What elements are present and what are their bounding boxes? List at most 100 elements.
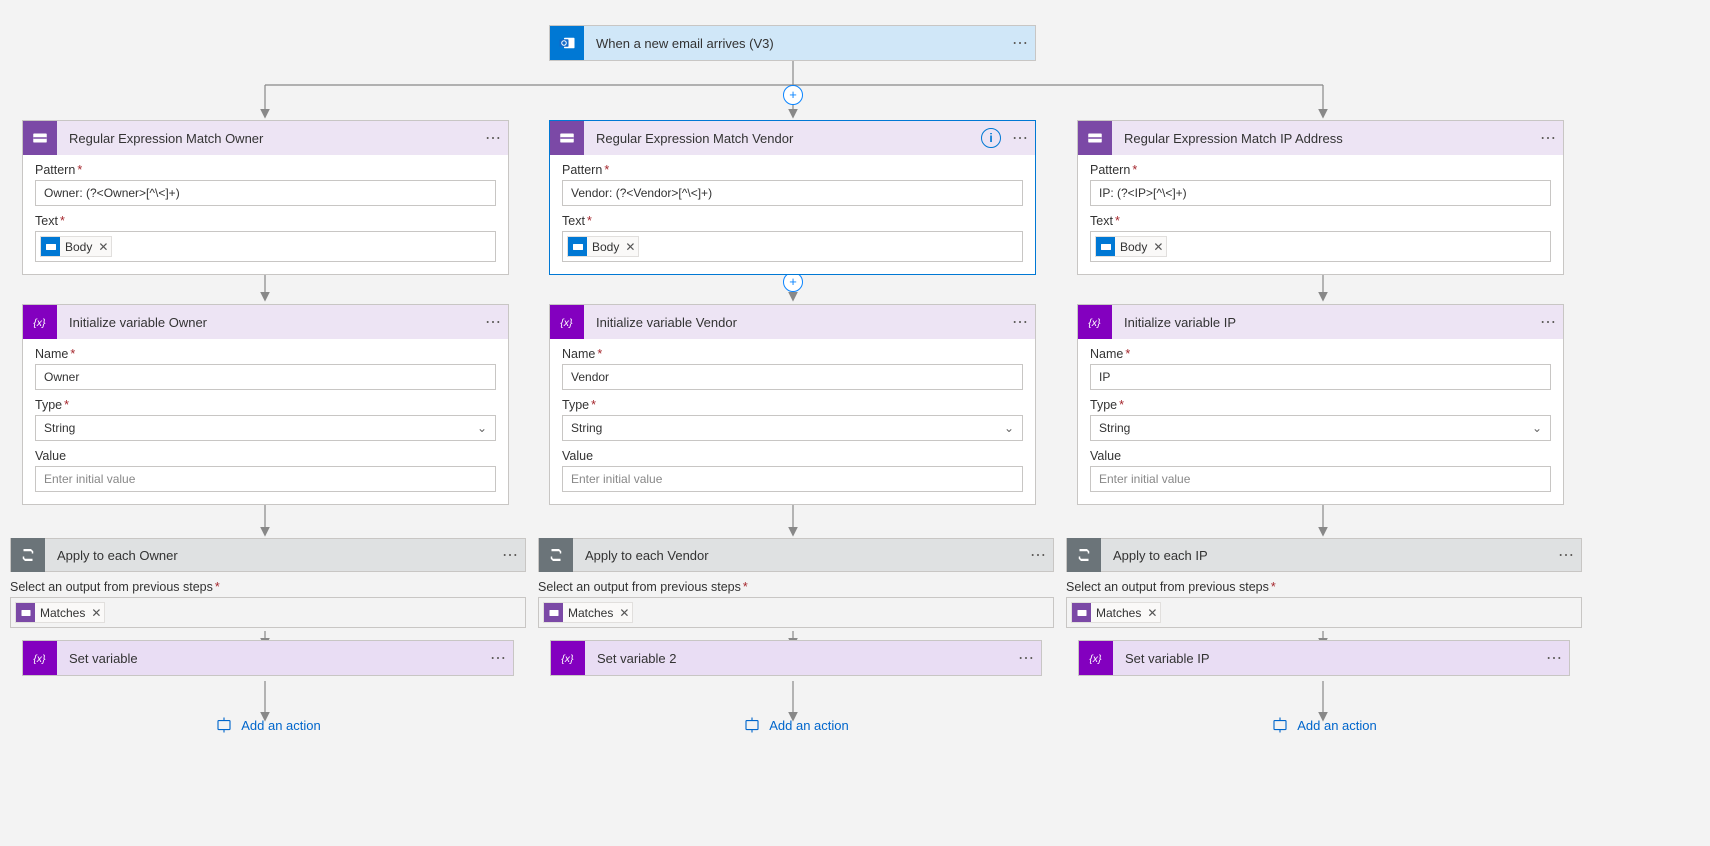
body-token[interactable]: Body✕ [1095, 236, 1167, 257]
value-input-ip[interactable] [1090, 466, 1551, 492]
var-menu-owner[interactable]: ⋯ [480, 312, 508, 332]
var-menu-vendor[interactable]: ⋯ [1007, 312, 1035, 332]
name-input-ip[interactable] [1090, 364, 1551, 390]
add-branch-button[interactable]: + [783, 85, 803, 105]
loop-title-owner: Apply to each Owner [45, 548, 497, 563]
regex-menu-vendor[interactable]: ⋯ [1007, 128, 1035, 148]
var-title-vendor: Initialize variable Vendor [584, 315, 1007, 330]
value-label: Value [562, 449, 1023, 463]
body-token[interactable]: Body ✕ [40, 236, 112, 257]
remove-token-icon[interactable]: ✕ [1147, 606, 1157, 620]
body-token[interactable]: Body✕ [567, 236, 639, 257]
trigger-card[interactable]: When a new email arrives (V3) ⋯ [549, 25, 1036, 61]
var-card-owner[interactable]: {x} Initialize variable Owner ⋯ Name Typ… [22, 304, 509, 505]
loop-card-vendor[interactable]: Apply to each Vendor ⋯ Select an output … [538, 538, 1054, 746]
svg-text:{x}: {x} [1089, 653, 1102, 665]
set-var-card-owner[interactable]: {x} Set variable ⋯ [22, 640, 514, 676]
var-menu-ip[interactable]: ⋯ [1535, 312, 1563, 332]
text-label: Text [35, 214, 496, 228]
loop-card-ip[interactable]: Apply to each IP ⋯ Select an output from… [1066, 538, 1582, 746]
add-action-icon [743, 716, 761, 734]
matches-token[interactable]: Matches ✕ [15, 602, 105, 623]
add-action-icon [1271, 716, 1289, 734]
value-input-vendor[interactable] [562, 466, 1023, 492]
variable-icon: {x} [550, 305, 584, 339]
name-input-owner[interactable] [35, 364, 496, 390]
value-input-owner[interactable] [35, 466, 496, 492]
variable-icon: {x} [551, 641, 585, 675]
var-card-ip[interactable]: {x} Initialize variable IP ⋯ Name Type S… [1077, 304, 1564, 505]
loop-output-owner[interactable]: Matches ✕ [10, 597, 526, 628]
remove-token-icon[interactable]: ✕ [619, 606, 629, 620]
regex-token-icon [16, 603, 35, 622]
remove-token-icon[interactable]: ✕ [98, 240, 108, 254]
value-label: Value [1090, 449, 1551, 463]
outlook-icon [550, 26, 584, 60]
regex-card-vendor[interactable]: Regular Expression Match Vendor i ⋯ Patt… [549, 120, 1036, 275]
regex-menu-owner[interactable]: ⋯ [480, 128, 508, 148]
text-input-owner[interactable]: Body ✕ [35, 231, 496, 262]
name-label: Name [562, 347, 1023, 361]
add-step-button-col2[interactable]: + [783, 272, 803, 292]
remove-token-icon[interactable]: ✕ [625, 240, 635, 254]
svg-text:{x}: {x} [561, 653, 574, 665]
type-select-ip[interactable]: String⌄ [1090, 415, 1551, 441]
regex-menu-ip[interactable]: ⋯ [1535, 128, 1563, 148]
var-title-owner: Initialize variable Owner [57, 315, 480, 330]
pattern-label: Pattern [35, 163, 496, 177]
remove-token-icon[interactable]: ✕ [91, 606, 101, 620]
loop-output-vendor[interactable]: Matches✕ [538, 597, 1054, 628]
regex-card-ip[interactable]: Regular Expression Match IP Address ⋯ Pa… [1077, 120, 1564, 275]
set-var-card-vendor[interactable]: {x} Set variable 2 ⋯ [550, 640, 1042, 676]
set-var-card-ip[interactable]: {x} Set variable IP ⋯ [1078, 640, 1570, 676]
loop-output-label: Select an output from previous steps [1066, 580, 1582, 594]
loop-menu-owner[interactable]: ⋯ [497, 545, 525, 565]
loop-output-label: Select an output from previous steps [538, 580, 1054, 594]
variable-icon: {x} [23, 305, 57, 339]
remove-token-icon[interactable]: ✕ [1153, 240, 1163, 254]
text-input-vendor[interactable]: Body✕ [562, 231, 1023, 262]
var-title-ip: Initialize variable IP [1112, 315, 1535, 330]
chevron-down-icon: ⌄ [477, 421, 487, 435]
pattern-input-vendor[interactable] [562, 180, 1023, 206]
type-label: Type [35, 398, 496, 412]
set-var-menu-vendor[interactable]: ⋯ [1013, 648, 1041, 668]
add-action-link-owner[interactable]: Add an action [215, 716, 321, 734]
loop-output-ip[interactable]: Matches✕ [1066, 597, 1582, 628]
regex-token-icon [1072, 603, 1091, 622]
name-input-vendor[interactable] [562, 364, 1023, 390]
regex-title-owner: Regular Expression Match Owner [57, 131, 480, 146]
loop-menu-ip[interactable]: ⋯ [1553, 545, 1581, 565]
trigger-title: When a new email arrives (V3) [584, 36, 1007, 51]
regex-title-ip: Regular Expression Match IP Address [1112, 131, 1535, 146]
variable-icon: {x} [1079, 641, 1113, 675]
regex-card-owner[interactable]: Regular Expression Match Owner ⋯ Pattern… [22, 120, 509, 275]
matches-token[interactable]: Matches✕ [1071, 602, 1161, 623]
regex-token-icon [544, 603, 563, 622]
matches-token[interactable]: Matches✕ [543, 602, 633, 623]
type-select-owner[interactable]: String⌄ [35, 415, 496, 441]
loop-menu-vendor[interactable]: ⋯ [1025, 545, 1053, 565]
svg-text:{x}: {x} [33, 653, 46, 665]
svg-text:{x}: {x} [560, 317, 573, 329]
regex-icon [23, 121, 57, 155]
pattern-input-owner[interactable] [35, 180, 496, 206]
loop-icon [539, 538, 573, 572]
type-label: Type [562, 398, 1023, 412]
svg-text:{x}: {x} [1088, 317, 1101, 329]
var-card-vendor[interactable]: {x} Initialize variable Vendor ⋯ Name Ty… [549, 304, 1036, 505]
add-action-link-ip[interactable]: Add an action [1271, 716, 1377, 734]
trigger-menu[interactable]: ⋯ [1007, 33, 1035, 53]
loop-card-owner[interactable]: Apply to each Owner ⋯ Select an output f… [10, 538, 526, 746]
set-var-menu-owner[interactable]: ⋯ [485, 648, 513, 668]
variable-icon: {x} [1078, 305, 1112, 339]
name-label: Name [35, 347, 496, 361]
outlook-token-icon [568, 237, 587, 256]
add-action-link-vendor[interactable]: Add an action [743, 716, 849, 734]
set-var-menu-ip[interactable]: ⋯ [1541, 648, 1569, 668]
pattern-input-ip[interactable] [1090, 180, 1551, 206]
text-label: Text [1090, 214, 1551, 228]
text-input-ip[interactable]: Body✕ [1090, 231, 1551, 262]
type-select-vendor[interactable]: String⌄ [562, 415, 1023, 441]
info-icon[interactable]: i [981, 128, 1001, 148]
